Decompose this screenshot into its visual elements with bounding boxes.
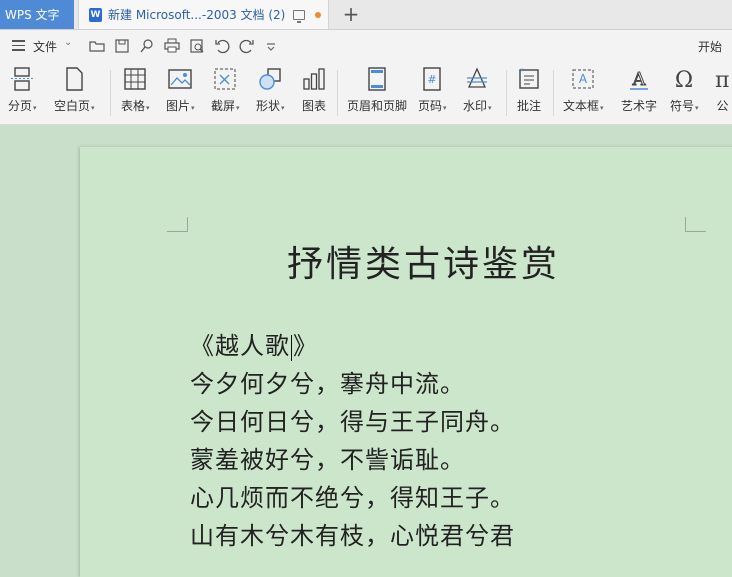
document-page[interactable]: 抒情类古诗鉴赏 《越人歌》 今夕何夕兮，搴舟中流。 今日何日兮，得与王子同舟。 …: [80, 147, 732, 577]
symbol-button[interactable]: Ω 符号▾: [670, 66, 699, 122]
textbox-button[interactable]: A 文本框▾: [563, 66, 604, 122]
watermark-button[interactable]: 水印▾: [463, 66, 492, 122]
header-footer-icon: [368, 67, 386, 91]
print-preview-icon[interactable]: [189, 38, 205, 54]
app-tab-label: WPS 文字: [5, 8, 60, 22]
poem-title-line: 《越人歌》: [190, 327, 515, 365]
text-cursor: [291, 334, 292, 361]
poem-body: 《越人歌》 今夕何夕兮，搴舟中流。 今日何日兮，得与王子同舟。 蒙羞被好兮，不訾…: [190, 327, 515, 555]
menu-icon[interactable]: [12, 40, 25, 51]
watermark-icon: [467, 67, 488, 88]
print-icon[interactable]: [164, 38, 180, 54]
page-break-icon: [11, 67, 34, 91]
symbol-icon: Ω: [675, 68, 693, 92]
formula-icon: π: [715, 68, 729, 92]
undo-icon[interactable]: [214, 38, 230, 54]
ribbon-divider: [110, 70, 111, 116]
shape-icon: [259, 68, 281, 90]
svg-text:A: A: [632, 69, 647, 90]
comment-icon: *: [519, 67, 539, 89]
textbox-icon: A: [572, 69, 594, 89]
poem-line: 心几烦而不绝兮，得知王子。: [190, 484, 515, 512]
ribbon-divider: [553, 70, 554, 116]
insert-ribbon: 分页▾ 空白页▾ 表格▾ 图片▾ 截屏▾ 形状▾ 图表 页眉和页脚 # 页码▾ …: [0, 62, 732, 125]
app-tab[interactable]: WPS 文字: [0, 0, 74, 29]
poem-line: 蒙羞被好兮，不訾诟耻。: [190, 446, 465, 474]
chart-button[interactable]: 图表: [301, 66, 327, 122]
file-menu[interactable]: 文件: [33, 38, 57, 55]
table-button[interactable]: 表格▾: [121, 66, 150, 122]
svg-text:#: #: [428, 73, 437, 86]
page-break-button[interactable]: 分页▾: [8, 66, 37, 122]
shape-button[interactable]: 形状▾: [256, 66, 285, 122]
unsaved-dot-icon[interactable]: [315, 11, 322, 18]
ribbon-divider: [337, 70, 338, 116]
poem-line: 山有木兮木有枝，心悦君兮君: [190, 522, 515, 550]
poem-line: 今夕何夕兮，搴舟中流。: [190, 370, 465, 398]
customize-dropdown-icon[interactable]: [265, 38, 277, 54]
wordart-button[interactable]: A 艺术字: [621, 66, 657, 122]
picture-icon: [168, 69, 192, 89]
formula-button[interactable]: π 公: [713, 66, 732, 122]
save-icon[interactable]: [114, 38, 130, 54]
document-heading: 抒情类古诗鉴赏: [287, 244, 561, 285]
svg-text:Ω: Ω: [675, 68, 693, 92]
margin-marker-right: [685, 217, 706, 232]
page-number-icon: #: [423, 67, 441, 91]
quick-access-bar: 文件 ⌄ 开始: [0, 30, 732, 62]
margin-marker-left: [167, 217, 188, 232]
screenshot-icon: [214, 68, 236, 90]
redo-icon[interactable]: [239, 38, 255, 54]
table-icon: [124, 68, 146, 90]
ribbon-divider: [506, 70, 507, 116]
picture-button[interactable]: 图片▾: [166, 66, 195, 122]
search-icon[interactable]: [139, 38, 155, 54]
poem-title-end: 》: [293, 332, 318, 360]
chevron-down-icon[interactable]: ⌄: [64, 37, 72, 48]
header-footer-button[interactable]: 页眉和页脚: [347, 66, 407, 122]
chart-icon: [303, 68, 325, 90]
document-tab-label: 新建 Microsoft...-2003 文档 (2): [108, 8, 286, 22]
svg-text:*: *: [520, 67, 524, 76]
page-number-button[interactable]: # 页码▾: [418, 66, 447, 122]
wordart-icon: A: [630, 69, 648, 91]
title-bar: WPS 文字 W 新建 Microsoft...-2003 文档 (2) +: [0, 0, 732, 30]
open-folder-icon[interactable]: [89, 38, 105, 54]
new-tab-button[interactable]: +: [340, 3, 362, 25]
screenshot-button[interactable]: 截屏▾: [211, 66, 240, 122]
document-tab[interactable]: W 新建 Microsoft...-2003 文档 (2): [78, 0, 329, 29]
blank-page-button[interactable]: 空白页▾: [54, 66, 95, 122]
comment-button[interactable]: * 批注: [516, 66, 542, 122]
poem-line: 今日何日兮，得与王子同舟。: [190, 408, 515, 436]
svg-text:π: π: [715, 68, 729, 92]
blank-page-icon: [66, 67, 83, 91]
svg-text:A: A: [579, 72, 588, 86]
tab-start[interactable]: 开始: [698, 38, 722, 55]
word-doc-icon: W: [89, 7, 102, 22]
monitor-icon[interactable]: [293, 9, 306, 23]
poem-title: 《越人歌: [190, 332, 290, 360]
